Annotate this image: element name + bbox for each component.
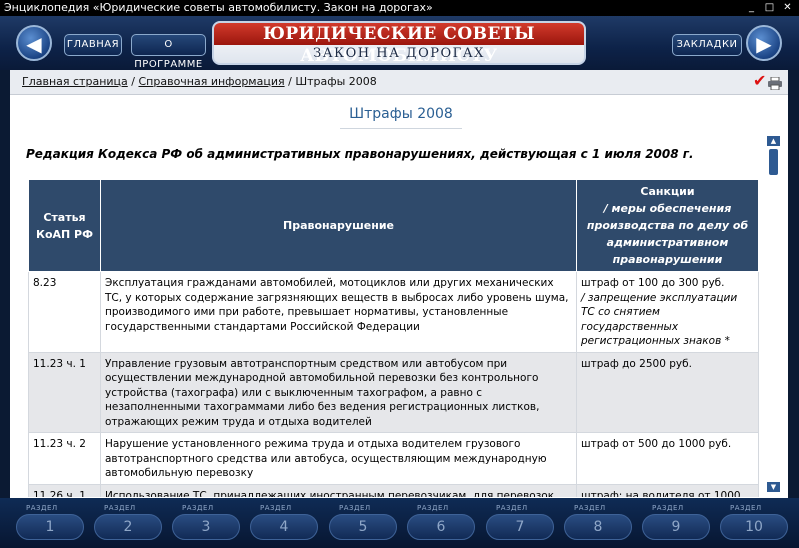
cell-offense: Использование ТС, принадлежащих иностран… — [100, 483, 577, 497]
section-number: 2 — [123, 519, 133, 535]
section-number: 8 — [593, 519, 603, 535]
about-button[interactable]: О ПРОГРАММЕ — [131, 34, 206, 70]
fines-table: Статья КоАП РФ Правонарушение Санкции / … — [28, 179, 759, 497]
sanction-text: штраф от 500 до 1000 руб. — [581, 438, 732, 450]
scrollbar-thumb[interactable] — [769, 149, 778, 175]
header-sanction: Санкции / меры обеспечения производства … — [576, 179, 759, 272]
section-caption: РАЗДЕЛ — [182, 504, 214, 512]
table-row: 11.23 ч. 1 Управление грузовым автотранс… — [28, 351, 759, 433]
cell-sanction: штраф до 2500 руб. — [576, 351, 759, 433]
section-tab-5[interactable]: РАЗДЕЛ 5 — [329, 504, 397, 544]
breadcrumb-separator: / — [288, 75, 292, 88]
section-caption: РАЗДЕЛ — [104, 504, 136, 512]
back-button[interactable]: ◀ — [16, 25, 52, 61]
cell-article: 11.26 ч. 1 — [28, 483, 101, 497]
section-caption: РАЗДЕЛ — [574, 504, 606, 512]
scroll-down-icon[interactable]: ▼ — [767, 482, 780, 492]
header-offense: Правонарушение — [100, 179, 577, 272]
section-number: 6 — [436, 519, 446, 535]
title-divider — [340, 128, 462, 129]
section-number: 4 — [279, 519, 289, 535]
window-title: Энциклопедия «Юридические советы автомоб… — [4, 1, 433, 14]
section-tab-8[interactable]: РАЗДЕЛ 8 — [564, 504, 632, 544]
home-button[interactable]: ГЛАВНАЯ — [64, 34, 122, 56]
sanction-text: штраф до 2500 руб. — [581, 357, 692, 370]
section-tab-6[interactable]: РАЗДЕЛ 6 — [407, 504, 475, 544]
arrow-right-icon: ▶ — [756, 32, 772, 56]
header-sanction-subtitle: / меры обеспечения производства по делу … — [586, 202, 749, 266]
section-number: 3 — [201, 519, 211, 535]
window-titlebar: Энциклопедия «Юридические советы автомоб… — [0, 0, 799, 16]
breadcrumb-reference[interactable]: Справочная информация — [138, 75, 284, 88]
sanction-measure: / запрещение эксплуатации ТС со снятием … — [581, 291, 738, 348]
section-tab-1[interactable]: РАЗДЕЛ 1 — [16, 504, 84, 544]
arrow-left-icon: ◀ — [26, 32, 42, 56]
page-subtitle: Редакция Кодекса РФ об административных … — [26, 147, 694, 161]
logo-title: ЮРИДИЧЕСКИЕ СОВЕТЫ АВТОМОБИЛИСТУ — [214, 23, 584, 66]
section-tab-9[interactable]: РАЗДЕЛ 9 — [642, 504, 710, 544]
cell-offense: Эксплуатация гражданами автомобилей, мот… — [100, 271, 577, 353]
table-row: 11.26 ч. 1 Использование ТС, принадлежащ… — [28, 483, 759, 498]
cell-article: 11.23 ч. 2 — [28, 432, 101, 485]
cell-sanction: штраф от 100 до 300 руб. / запрещение эк… — [576, 271, 759, 353]
logo-subtitle: ЗАКОН НА ДОРОГАХ — [313, 46, 485, 61]
section-caption: РАЗДЕЛ — [260, 504, 292, 512]
page-title: Штрафы 2008 — [349, 106, 453, 122]
content-frame: Главная страница / Справочная информация… — [10, 70, 788, 498]
bookmarks-button[interactable]: ЗАКЛАДКИ — [672, 34, 742, 56]
section-tab-7[interactable]: РАЗДЕЛ 7 — [486, 504, 554, 544]
section-tab-2[interactable]: РАЗДЕЛ 2 — [94, 504, 162, 544]
maximize-button[interactable]: □ — [763, 2, 776, 14]
cell-offense: Управление грузовым автотранспортным сре… — [100, 351, 577, 433]
table-row: 11.23 ч. 2 Нарушение установленного режи… — [28, 432, 759, 485]
forward-button[interactable]: ▶ — [746, 25, 782, 61]
printer-icon[interactable] — [767, 77, 783, 90]
section-number: 7 — [515, 519, 525, 535]
table-row: 8.23 Эксплуатация гражданами автомобилей… — [28, 271, 759, 353]
header-sanction-title: Санкции — [640, 185, 695, 198]
breadcrumb-home[interactable]: Главная страница — [22, 75, 128, 88]
table-header-row: Статья КоАП РФ Правонарушение Санкции / … — [28, 179, 759, 272]
section-caption: РАЗДЕЛ — [496, 504, 528, 512]
section-number: 10 — [745, 519, 763, 535]
section-number: 1 — [45, 519, 55, 535]
close-button[interactable]: ✕ — [781, 2, 794, 14]
minimize-button[interactable]: _ — [745, 2, 758, 14]
cell-sanction: штраф: на водителя от 1000 до 1500 руб., — [576, 483, 759, 498]
cell-offense: Нарушение установленного режима труда и … — [100, 432, 577, 485]
section-caption: РАЗДЕЛ — [730, 504, 762, 512]
section-tab-3[interactable]: РАЗДЕЛ 3 — [172, 504, 240, 544]
section-caption: РАЗДЕЛ — [26, 504, 58, 512]
article-content: Штрафы 2008 Редакция Кодекса РФ об админ… — [10, 95, 766, 497]
sanction-text: штраф от 100 до 300 руб. — [581, 277, 725, 289]
vertical-scrollbar[interactable]: ▲ ▼ — [767, 136, 780, 492]
header-article: Статья КоАП РФ — [28, 179, 101, 272]
section-tab-4[interactable]: РАЗДЕЛ 4 — [250, 504, 318, 544]
section-number: 5 — [358, 519, 368, 535]
cell-article: 8.23 — [28, 271, 101, 353]
checkmark-icon[interactable]: ✔ — [753, 73, 766, 89]
sanction-text: штраф: на водителя от 1000 до 1500 руб., — [581, 489, 741, 498]
app-logo: ЮРИДИЧЕСКИЕ СОВЕТЫ АВТОМОБИЛИСТУ ЗАКОН Н… — [212, 21, 586, 66]
breadcrumb: Главная страница / Справочная информация… — [10, 70, 788, 95]
scroll-up-icon[interactable]: ▲ — [767, 136, 780, 146]
section-number: 9 — [671, 519, 681, 535]
section-caption: РАЗДЕЛ — [339, 504, 371, 512]
section-tab-10[interactable]: РАЗДЕЛ 10 — [720, 504, 788, 544]
cell-article: 11.23 ч. 1 — [28, 351, 101, 433]
breadcrumb-separator: / — [131, 75, 135, 88]
section-caption: РАЗДЕЛ — [652, 504, 684, 512]
cell-sanction: штраф от 500 до 1000 руб. — [576, 432, 759, 485]
section-caption: РАЗДЕЛ — [417, 504, 449, 512]
breadcrumb-current: Штрафы 2008 — [295, 75, 377, 88]
